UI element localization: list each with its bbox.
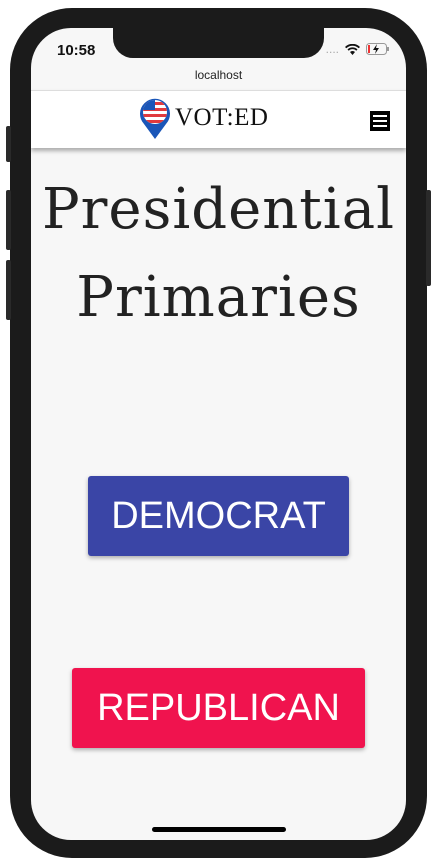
- navbar: VOT:ED: [31, 90, 406, 148]
- page-title: Presidential Primaries: [41, 177, 395, 330]
- battery-charging-icon: [366, 43, 389, 55]
- status-icons: ....: [326, 42, 390, 56]
- flag-pin-icon: [140, 98, 170, 139]
- democrat-button[interactable]: DEMOCRAT: [88, 476, 349, 556]
- side-button: [426, 190, 431, 286]
- side-button: [6, 126, 11, 162]
- notch: [113, 28, 324, 58]
- home-indicator[interactable]: [152, 827, 286, 832]
- status-time: 10:58: [57, 42, 96, 59]
- signal-icon: ....: [325, 42, 339, 56]
- screen: 10:58 .... localhost VOT:ED Presidential…: [31, 28, 406, 840]
- logo-text: VOT:ED: [175, 104, 269, 131]
- hamburger-menu-icon[interactable]: [370, 111, 390, 131]
- wifi-icon: [345, 43, 360, 55]
- logo[interactable]: VOT:ED: [139, 97, 268, 139]
- side-button: [6, 260, 11, 320]
- republican-button[interactable]: REPUBLICAN: [72, 668, 365, 748]
- address-bar[interactable]: localhost: [31, 68, 406, 82]
- side-button: [6, 190, 11, 250]
